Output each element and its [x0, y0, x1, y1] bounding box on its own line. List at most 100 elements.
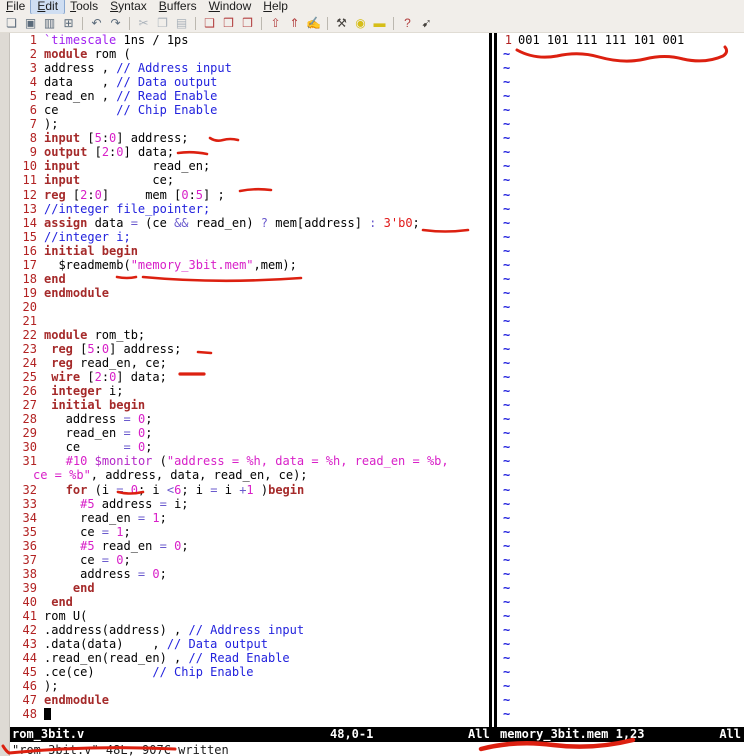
tilde-row: ~: [501, 47, 744, 61]
line-number: 28: [10, 412, 37, 426]
code-pane-right[interactable]: 1001 101 111 111 101 001~~~~~~~~~~~~~~~~…: [497, 33, 744, 727]
load-session-icon[interactable]: ⇧: [267, 15, 284, 32]
line-number: 17: [10, 258, 37, 272]
line-number: 37: [10, 553, 37, 567]
code-line: 20: [10, 300, 489, 314]
status-right-scroll: All: [719, 727, 741, 742]
tilde-row: ~: [501, 665, 744, 679]
menu-buffers[interactable]: Buffers: [153, 0, 203, 14]
window-separator[interactable]: [489, 33, 497, 727]
tilde-row: ~: [501, 131, 744, 145]
line-number: 3: [10, 61, 37, 75]
line-number: 33: [10, 497, 37, 511]
copy-icon[interactable]: ❐: [154, 15, 171, 32]
code-line: 39 end: [10, 581, 489, 595]
tilde-row: ~: [501, 230, 744, 244]
code-line: 28 address = 0;: [10, 412, 489, 426]
menu-window[interactable]: Window: [203, 0, 258, 14]
code-line: 27 initial begin: [10, 398, 489, 412]
statusbar: rom_3bit.v 48,0-1 All memory_3bit.mem 1,…: [10, 727, 744, 742]
gvim-window: FileEditToolsSyntaxBuffersWindowHelp ❏▣▥…: [0, 0, 744, 756]
tag-jump-icon[interactable]: ▬: [371, 15, 388, 32]
code-line: 8input [5:0] address;: [10, 131, 489, 145]
line-number: 42: [10, 623, 37, 637]
code-line: 35 ce = 1;: [10, 525, 489, 539]
run-ctags-icon[interactable]: ◉: [352, 15, 369, 32]
menu-tools[interactable]: Tools: [64, 0, 104, 14]
open-icon[interactable]: ❏: [3, 15, 20, 32]
code-line: 34 read_en = 1;: [10, 511, 489, 525]
code-line: 6ce // Chip Enable: [10, 103, 489, 117]
paste-icon[interactable]: ▤: [173, 15, 190, 32]
code-pane-left[interactable]: 1`timescale 1ns / 1ps2module rom (3addre…: [10, 33, 489, 727]
menu-syntax[interactable]: Syntax: [104, 0, 153, 14]
find-prev-icon[interactable]: ❒: [239, 15, 256, 32]
code-line: ce = %b", address, data, read_en, ce);: [10, 468, 489, 482]
save-all-icon[interactable]: ▥: [41, 15, 58, 32]
print-icon[interactable]: ⊞: [60, 15, 77, 32]
line-number: 24: [10, 356, 37, 370]
find-icon[interactable]: ❑: [201, 15, 218, 32]
line-number: 16: [10, 244, 37, 258]
menu-edit[interactable]: Edit: [31, 0, 64, 14]
line-number: 19: [10, 286, 37, 300]
find-help-icon[interactable]: ➹: [418, 15, 435, 32]
line-number: 1: [501, 33, 512, 47]
code-line: 15//integer i;: [10, 230, 489, 244]
status-right-filename: memory_3bit.mem 1,23: [500, 727, 645, 742]
code-line: 21: [10, 314, 489, 328]
tilde-row: ~: [501, 595, 744, 609]
undo-icon[interactable]: ↶: [88, 15, 105, 32]
code-line: 13//integer file_pointer;: [10, 202, 489, 216]
tilde-row: ~: [501, 623, 744, 637]
line-number: 7: [10, 117, 37, 131]
line-number: 4: [10, 75, 37, 89]
code-line: 43.data(data) , // Data output: [10, 637, 489, 651]
tilde-row: ~: [501, 314, 744, 328]
make-icon[interactable]: ⚒: [333, 15, 350, 32]
line-number: 23: [10, 342, 37, 356]
code-line: 46);: [10, 679, 489, 693]
code-line: 32 for (i = 0; i <6; i = i +1 )begin: [10, 483, 489, 497]
find-next-icon[interactable]: ❒: [220, 15, 237, 32]
menu-help[interactable]: Help: [257, 0, 294, 14]
text-cursor: [44, 708, 51, 720]
line-number: 12: [10, 188, 37, 202]
save-icon[interactable]: ▣: [22, 15, 39, 32]
tilde-row: ~: [501, 103, 744, 117]
command-line-message: "rom_3bit.v" 48L, 907C written: [12, 743, 229, 756]
tilde-row: ~: [501, 468, 744, 482]
tilde-row: ~: [501, 300, 744, 314]
tilde-row: ~: [501, 216, 744, 230]
line-number: 41: [10, 609, 37, 623]
toolbar-separator: [195, 17, 196, 30]
menu-file[interactable]: File: [0, 0, 31, 14]
toolbar-separator: [393, 17, 394, 30]
tilde-row: ~: [501, 342, 744, 356]
code-line: 30 ce = 0;: [10, 440, 489, 454]
line-number: 43: [10, 637, 37, 651]
cut-icon[interactable]: ✂: [135, 15, 152, 32]
line-number: 30: [10, 440, 37, 454]
line-number: 20: [10, 300, 37, 314]
code-line: 17 $readmemb("memory_3bit.mem",mem);: [10, 258, 489, 272]
tilde-row: ~: [501, 609, 744, 623]
redo-icon[interactable]: ↷: [107, 15, 124, 32]
tilde-row: ~: [501, 370, 744, 384]
tilde-row: ~: [501, 286, 744, 300]
status-left-filename: rom_3bit.v: [12, 727, 84, 742]
menubar: FileEditToolsSyntaxBuffersWindowHelp: [0, 0, 744, 14]
left-scrollbar[interactable]: [0, 33, 10, 756]
help-icon[interactable]: ?: [399, 15, 416, 32]
tilde-row: ~: [501, 426, 744, 440]
tilde-row: ~: [501, 272, 744, 286]
line-number: 8: [10, 131, 37, 145]
code-line: 19endmodule: [10, 286, 489, 300]
run-script-icon[interactable]: ✍: [305, 15, 322, 32]
tilde-row: ~: [501, 328, 744, 342]
tilde-row: ~: [501, 145, 744, 159]
tilde-row: ~: [501, 89, 744, 103]
code-line: 44.read_en(read_en) , // Read Enable: [10, 651, 489, 665]
status-cursor-position: 48,0-1: [330, 727, 373, 742]
save-session-icon[interactable]: ⇑: [286, 15, 303, 32]
